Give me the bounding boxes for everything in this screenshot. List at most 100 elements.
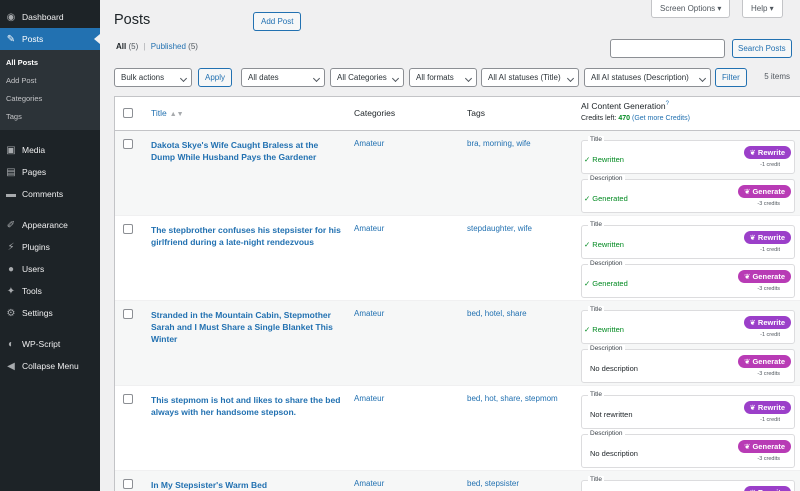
- submenu-item[interactable]: Add Post: [0, 72, 100, 90]
- comment-icon: ▬: [6, 188, 16, 200]
- rewrite-button[interactable]: ❦ Rewrite: [743, 146, 791, 159]
- sidebar-item-tools[interactable]: ✦ Tools: [0, 280, 100, 302]
- rewrite-button[interactable]: ❦ Rewrite: [743, 486, 791, 491]
- search-posts-button[interactable]: Search Posts: [732, 39, 792, 58]
- row-checkbox[interactable]: [123, 224, 133, 234]
- row-checkbox[interactable]: [123, 394, 133, 404]
- media-icon: ▣: [6, 144, 16, 156]
- ai-box-label: Description: [588, 175, 625, 182]
- select-all-checkbox[interactable]: [123, 108, 133, 118]
- post-title-link[interactable]: In My Stepsister's Warm Bed: [151, 479, 341, 491]
- bulk-actions-select[interactable]: Bulk actions: [114, 68, 192, 87]
- help-button[interactable]: Help ▾: [742, 0, 783, 18]
- categories-select[interactable]: All Categories: [330, 68, 404, 87]
- submenu-item[interactable]: Categories: [0, 90, 100, 108]
- categories-column-header: Categories: [354, 108, 396, 118]
- post-title-link[interactable]: Dakota Skye's Wife Caught Braless at the…: [151, 139, 341, 163]
- ai-description-box: Description ✓ Generated ❦ Generate -3 credit…: [581, 260, 795, 298]
- post-category-link[interactable]: Amateur: [354, 479, 384, 488]
- items-count: 5 items: [764, 72, 790, 81]
- post-title-link[interactable]: The stepbrother confuses his stepsister …: [151, 224, 341, 248]
- sidebar-item-users[interactable]: ● Users: [0, 258, 100, 280]
- view-all[interactable]: All (5): [116, 42, 138, 51]
- ai-box-label: Title: [588, 306, 605, 313]
- ai-description-status-select[interactable]: All AI statuses (Description): [584, 68, 711, 87]
- sidebar-item-label: Appearance: [22, 220, 68, 230]
- row-checkbox[interactable]: [123, 309, 133, 319]
- ai-description-box: Description ✓ Generated ❦ Generate -3 credit…: [581, 175, 795, 213]
- screen-options-button[interactable]: Screen Options ▾: [651, 0, 731, 18]
- sidebar-item-label: Tools: [22, 286, 42, 296]
- sidebar-item-media[interactable]: ▣ Media: [0, 139, 100, 161]
- ai-title-status: ✓ Rewritten: [584, 325, 624, 334]
- search-input[interactable]: [610, 39, 725, 58]
- post-category-link[interactable]: Amateur: [354, 139, 384, 148]
- formats-select[interactable]: All formats: [409, 68, 477, 87]
- ai-help-icon[interactable]: ?: [666, 101, 669, 107]
- filter-button[interactable]: Filter: [715, 68, 747, 87]
- ai-title-status-select[interactable]: All AI statuses (Title): [481, 68, 579, 87]
- ai-box-label: Title: [588, 136, 605, 143]
- pages-icon: ▤: [6, 166, 16, 178]
- row-checkbox[interactable]: [123, 479, 133, 489]
- ai-box-label: Title: [588, 476, 605, 483]
- post-tags[interactable]: stepdaughter, wife: [467, 224, 532, 233]
- get-more-credits-link[interactable]: (Get more Credits): [632, 115, 690, 122]
- generate-credit-cost: -3 credits: [757, 286, 780, 292]
- check-icon: ✓: [584, 279, 591, 288]
- post-title-link[interactable]: Stranded in the Mountain Cabin, Stepmoth…: [151, 309, 341, 345]
- wrench-icon: ✦: [6, 285, 16, 297]
- table-header: Title ▲▼ Categories Tags AI Content Gener…: [115, 97, 800, 131]
- sidebar-item-label: Settings: [22, 308, 53, 318]
- sidebar-item-label: Dashboard: [22, 12, 64, 22]
- sort-icon: ▲▼: [169, 111, 184, 118]
- rewrite-button[interactable]: ❦ Rewrite: [743, 231, 791, 244]
- view-published[interactable]: Published (5): [151, 42, 198, 51]
- collapse-icon: ◀: [7, 360, 15, 372]
- sidebar-item-wpscript[interactable]: ◐ WP-Script: [0, 333, 100, 355]
- ai-description-status: No description: [590, 449, 638, 458]
- submenu-item[interactable]: All Posts: [0, 54, 100, 72]
- ai-title-status: ✓ Rewritten: [584, 155, 624, 164]
- ai-description-status: ✓ Generated: [584, 194, 628, 203]
- row-checkbox[interactable]: [123, 139, 133, 149]
- table-row: The stepbrother confuses his stepsister …: [115, 216, 800, 301]
- credits-left: Credits left: 470 (Get more Credits): [581, 115, 690, 122]
- sidebar-item-appearance[interactable]: ✐ Appearance: [0, 214, 100, 236]
- post-category-link[interactable]: Amateur: [354, 309, 384, 318]
- post-category-link[interactable]: Amateur: [354, 394, 384, 403]
- post-tags[interactable]: bed, stepsister: [467, 479, 519, 488]
- sidebar-item-dashboard[interactable]: ◉ Dashboard: [0, 6, 100, 28]
- post-tags[interactable]: bra, morning, wife: [467, 139, 531, 148]
- table-row: Dakota Skye's Wife Caught Braless at the…: [115, 131, 800, 216]
- sidebar-item-posts[interactable]: ✎ Posts: [0, 28, 100, 50]
- add-post-button[interactable]: Add Post: [253, 12, 302, 31]
- post-category-link[interactable]: Amateur: [354, 224, 384, 233]
- brush-icon: ✐: [6, 219, 16, 231]
- sidebar-item-label: Posts: [22, 34, 44, 44]
- sidebar-item-collapse[interactable]: ◀ Collapse Menu: [0, 355, 100, 377]
- ai-box-label: Description: [588, 430, 625, 437]
- submenu-item[interactable]: Tags: [0, 108, 100, 126]
- sidebar-item-pages[interactable]: ▤ Pages: [0, 161, 100, 183]
- post-tags[interactable]: bed, hotel, share: [467, 309, 527, 318]
- generate-button[interactable]: ❦ Generate: [738, 270, 791, 283]
- sidebar-item-comments[interactable]: ▬ Comments: [0, 183, 100, 205]
- generate-button[interactable]: ❦ Generate: [738, 440, 791, 453]
- post-title-link[interactable]: This stepmom is hot and likes to share t…: [151, 394, 341, 418]
- sidebar-item-settings[interactable]: ⚙ Settings: [0, 302, 100, 324]
- ai-title-box: Title ✓ Rewritten ❦ Rewrite -1 credit: [581, 221, 795, 259]
- dates-select[interactable]: All dates: [241, 68, 325, 87]
- check-icon: ✓: [584, 240, 591, 249]
- post-tags[interactable]: bed, hot, share, stepmom: [467, 394, 558, 403]
- rewrite-button[interactable]: ❦ Rewrite: [743, 316, 791, 329]
- rewrite-button[interactable]: ❦ Rewrite: [743, 401, 791, 414]
- sidebar-item-plugins[interactable]: ⚡ Plugins: [0, 236, 100, 258]
- apply-button[interactable]: Apply: [198, 68, 233, 87]
- generate-button[interactable]: ❦ Generate: [738, 355, 791, 368]
- table-row: Stranded in the Mountain Cabin, Stepmoth…: [115, 301, 800, 386]
- generate-button[interactable]: ❦ Generate: [738, 185, 791, 198]
- rewrite-credit-cost: -1 credit: [760, 417, 780, 423]
- main-content: Posts Add Post Screen Options ▾ Help ▾ A…: [100, 0, 800, 491]
- title-column-header[interactable]: Title ▲▼: [151, 108, 184, 118]
